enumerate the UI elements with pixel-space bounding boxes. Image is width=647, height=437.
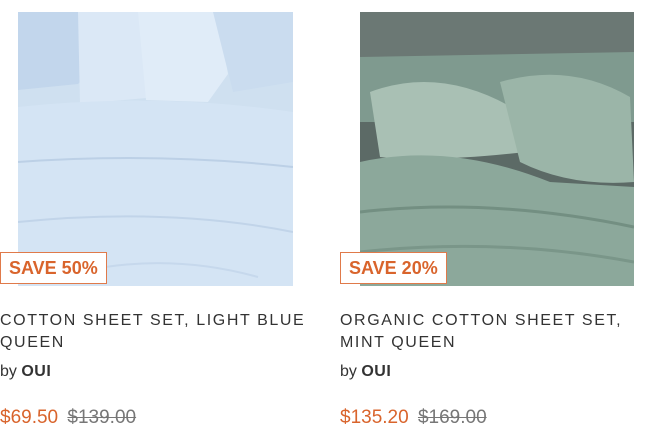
discount-badge: SAVE 50%: [0, 252, 107, 284]
price-line: $69.50 $139.00: [0, 406, 136, 430]
product-title[interactable]: ORGANIC COTTON SHEET SET, MINT QUEEN: [340, 310, 640, 354]
sale-price: $69.50: [0, 407, 59, 428]
by-label: by: [0, 363, 17, 380]
brand-name[interactable]: OUI: [21, 363, 51, 380]
brand-name[interactable]: OUI: [361, 363, 391, 380]
product-title[interactable]: COTTON SHEET SET, LIGHT BLUE QUEEN: [0, 310, 310, 354]
product-image[interactable]: [360, 12, 634, 286]
by-label: by: [340, 363, 357, 380]
brand-line: by OUI: [340, 362, 391, 382]
sale-price: $135.20: [340, 407, 409, 428]
product-image[interactable]: [18, 12, 293, 286]
brand-line: by OUI: [0, 362, 51, 382]
original-price: $169.00: [417, 407, 487, 428]
discount-badge: SAVE 20%: [340, 252, 447, 284]
original-price: $139.00: [67, 407, 137, 428]
price-line: $135.20 $169.00: [340, 406, 487, 430]
